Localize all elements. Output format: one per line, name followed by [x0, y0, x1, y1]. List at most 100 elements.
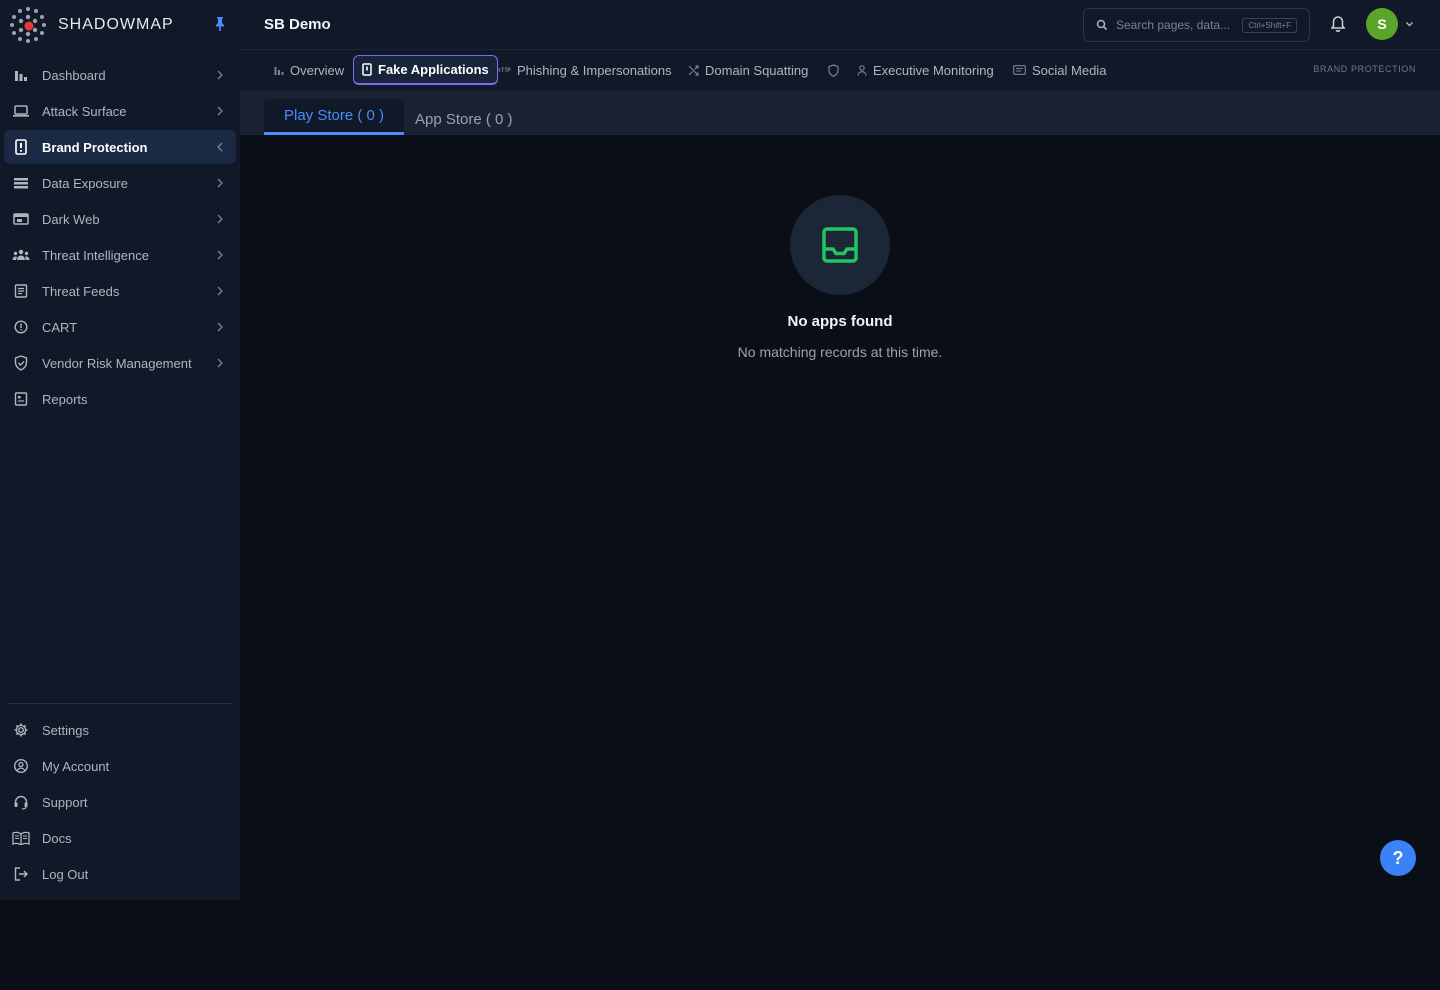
chevron-right-icon	[217, 286, 223, 296]
chevron-right-icon	[217, 178, 223, 188]
logo[interactable]: SHADOWMAP	[8, 5, 174, 45]
sidebar-nav: Dashboard Attack Surface Brand Protectio…	[4, 58, 236, 418]
tab-label: Phishing & Impersonations	[517, 62, 672, 78]
sidebar-item-threat-feeds[interactable]: Threat Feeds	[4, 274, 236, 308]
sidebar-item-docs[interactable]: Docs	[4, 821, 236, 855]
sidebar-item-cart[interactable]: CART	[4, 310, 236, 344]
tab-label: Domain Squatting	[705, 62, 809, 78]
report-icon	[12, 390, 30, 408]
sidebar-item-vendor-risk-management[interactable]: Vendor Risk Management	[4, 346, 236, 380]
laptop-icon	[12, 102, 30, 120]
chevron-right-icon	[217, 70, 223, 80]
tab-executive-monitoring[interactable]: Executive Monitoring	[849, 55, 1002, 85]
tab-domain-squatting[interactable]: Domain Squatting	[680, 55, 816, 85]
tab-overview[interactable]: Overview	[266, 55, 352, 85]
sidebar-item-label: Docs	[42, 830, 72, 846]
tab-label: Executive Monitoring	[873, 62, 994, 78]
tab-social-media[interactable]: Social Media	[1005, 55, 1114, 85]
shield-icon	[828, 63, 839, 77]
sidebar-item-label: Brand Protection	[42, 139, 148, 155]
search-input[interactable]	[1116, 18, 1236, 32]
top-bar: SB Demo Ctrl+Shift+F S	[240, 0, 1440, 50]
database-icon	[12, 174, 30, 192]
sidebar-item-label: Dashboard	[42, 67, 106, 83]
search-icon	[1096, 19, 1108, 31]
user-circle-icon	[12, 757, 30, 775]
bar-chart-icon	[12, 66, 30, 84]
sidebar-item-my-account[interactable]: My Account	[4, 749, 236, 783]
sidebar-item-threat-intelligence[interactable]: Threat Intelligence	[4, 238, 236, 272]
inbox-icon	[822, 227, 858, 263]
sidebar-item-label: Support	[42, 794, 88, 810]
chevron-right-icon	[217, 358, 223, 368]
sidebar-item-label: Dark Web	[42, 211, 100, 227]
sidebar-item-label: Vendor Risk Management	[42, 355, 192, 371]
sidebar-item-settings[interactable]: Settings	[4, 713, 236, 747]
search-box[interactable]: Ctrl+Shift+F	[1083, 8, 1310, 42]
subtab-app-store[interactable]: App Store ( 0 )	[395, 101, 533, 137]
brand-protection-tabs: Overview Fake Applications Phishing & Im…	[240, 50, 1440, 90]
people-icon	[12, 246, 30, 264]
sidebar-item-brand-protection[interactable]: Brand Protection	[4, 130, 236, 164]
sidebar-item-label: Data Exposure	[42, 175, 128, 191]
sidebar-item-label: My Account	[42, 758, 110, 774]
sidebar-divider	[8, 703, 232, 704]
book-icon	[12, 829, 30, 847]
sidebar: SHADOWMAP Dashboard Attack Surface Brand…	[0, 0, 240, 900]
http-icon	[497, 67, 511, 73]
help-button[interactable]: ?	[1380, 840, 1416, 876]
subtab-play-store[interactable]: Play Store ( 0 )	[264, 99, 405, 135]
sidebar-item-support[interactable]: Support	[4, 785, 236, 819]
tab-fake-applications[interactable]: Fake Applications	[353, 55, 498, 85]
shuffle-icon	[688, 64, 699, 76]
bar-chart-icon	[274, 66, 284, 75]
sidebar-item-dark-web[interactable]: Dark Web	[4, 202, 236, 236]
sidebar-item-data-exposure[interactable]: Data Exposure	[4, 166, 236, 200]
section-label: BRAND PROTECTION	[1313, 64, 1416, 74]
chevron-right-icon	[217, 250, 223, 260]
shadowmap-logo-icon	[10, 7, 46, 43]
sidebar-item-label: CART	[42, 319, 78, 335]
sidebar-item-attack-surface[interactable]: Attack Surface	[4, 94, 236, 128]
tab-label: Social Media	[1032, 62, 1107, 78]
sidebar-bottom-nav: Settings My Account Support Docs Log Out	[4, 713, 236, 893]
dark-web-icon	[12, 210, 30, 228]
sidebar-item-label: Log Out	[42, 866, 89, 882]
logout-icon	[12, 865, 30, 883]
sidebar-item-label: Reports	[42, 391, 88, 407]
sidebar-item-label: Threat Feeds	[42, 283, 120, 299]
empty-state-subtitle: No matching records at this time.	[737, 344, 943, 360]
sidebar-item-label: Attack Surface	[42, 103, 127, 119]
tab-phishing-impersonations[interactable]: Phishing & Impersonations	[489, 55, 680, 85]
sidebar-item-reports[interactable]: Reports	[4, 382, 236, 416]
sidebar-item-log-out[interactable]: Log Out	[4, 857, 236, 891]
chevron-left-icon	[217, 142, 223, 152]
chevron-right-icon	[217, 322, 223, 332]
brand-name: SHADOWMAP	[58, 16, 174, 33]
empty-state-title: No apps found	[787, 313, 893, 330]
alert-circle-icon	[12, 318, 30, 336]
bell-icon[interactable]	[1330, 15, 1346, 33]
mobile-icon	[12, 138, 30, 156]
chevron-down-icon[interactable]	[1405, 20, 1414, 28]
person-icon	[857, 64, 867, 76]
main-content: No apps found No matching records at thi…	[240, 135, 1440, 990]
search-shortcut-badge: Ctrl+Shift+F	[1242, 18, 1297, 33]
document-icon	[12, 282, 30, 300]
sidebar-item-label: Settings	[42, 722, 89, 738]
headset-icon	[12, 793, 30, 811]
tab-label: Fake Applications	[378, 62, 489, 77]
chevron-right-icon	[217, 214, 223, 224]
shield-check-icon	[12, 354, 30, 372]
gear-icon	[12, 721, 30, 739]
avatar[interactable]: S	[1366, 8, 1398, 40]
message-icon	[1013, 65, 1026, 75]
store-subtabs: Play Store ( 0 ) App Store ( 0 )	[240, 90, 1440, 135]
page-title: SB Demo	[264, 16, 331, 33]
mobile-icon	[362, 63, 372, 76]
chevron-right-icon	[217, 106, 223, 116]
sidebar-item-dashboard[interactable]: Dashboard	[4, 58, 236, 92]
tab-label: Overview	[290, 62, 345, 78]
empty-state-badge	[790, 195, 890, 295]
pin-icon[interactable]	[214, 16, 226, 32]
